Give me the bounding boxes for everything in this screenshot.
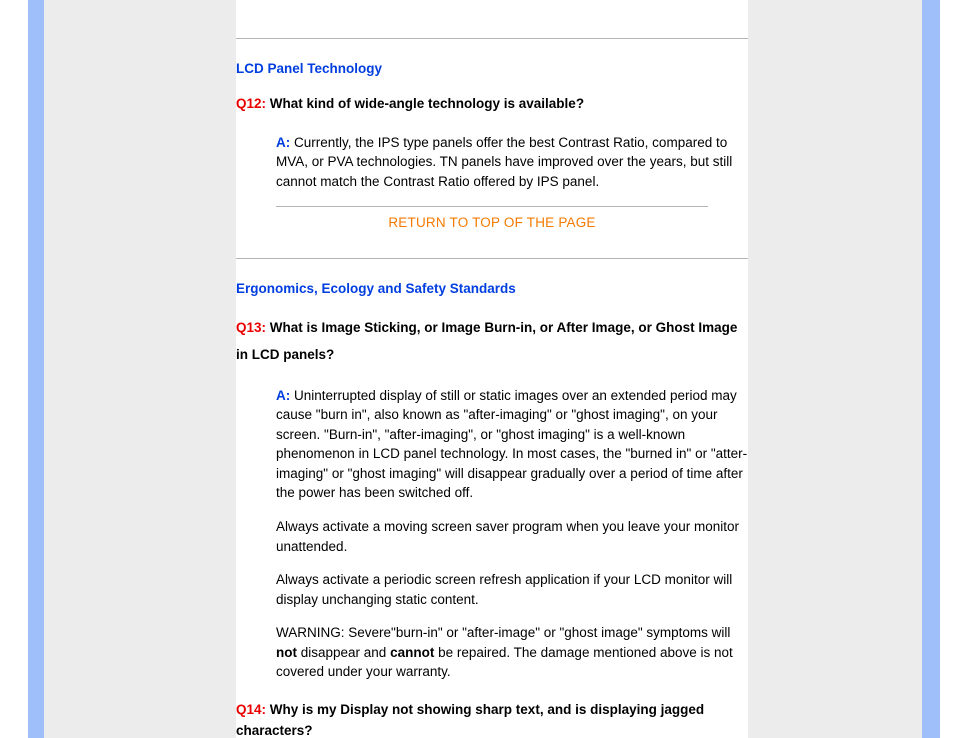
answer-para: Always activate a periodic screen refres…	[276, 570, 748, 609]
q-text: Why is my Display not showing sharp text…	[236, 702, 704, 738]
section-heading-lcd: LCD Panel Technology	[236, 61, 748, 76]
return-link-1: RETURN TO TOP OF THE PAGE	[236, 215, 748, 230]
answer-para: Always activate a moving screen saver pr…	[276, 517, 748, 556]
answer-13: A: Uninterrupted display of still or sta…	[276, 386, 748, 682]
q-text: What is Image Sticking, or Image Burn-in…	[236, 320, 737, 362]
question-14: Q14: Why is my Display not showing sharp…	[236, 700, 748, 738]
q-label: Q12:	[236, 96, 266, 111]
warn-cannot: cannot	[390, 645, 434, 660]
q-label: Q13:	[236, 320, 266, 335]
return-to-top-link[interactable]: RETURN TO TOP OF THE PAGE	[388, 215, 595, 230]
warn-mid: disappear and	[297, 645, 390, 660]
answer-12: A: Currently, the IPS type panels offer …	[276, 133, 748, 192]
divider	[236, 38, 748, 39]
section-heading-ergonomics: Ergonomics, Ecology and Safety Standards	[236, 281, 748, 296]
a-label: A:	[276, 388, 290, 403]
q-label: Q14:	[236, 702, 266, 717]
q-text: What kind of wide-angle technology is av…	[266, 96, 584, 111]
answer-para: A: Uninterrupted display of still or sta…	[276, 386, 748, 503]
decor-bar-left	[28, 0, 44, 738]
question-12: Q12: What kind of wide-angle technology …	[236, 94, 748, 115]
warn-pre: WARNING: Severe"burn-in" or "after-image…	[276, 625, 730, 640]
warn-not: not	[276, 645, 297, 660]
answer-text: Currently, the IPS type panels offer the…	[276, 135, 732, 189]
page-outer: LCD Panel Technology Q12: What kind of w…	[0, 0, 954, 738]
content-column: LCD Panel Technology Q12: What kind of w…	[236, 0, 748, 738]
answer-para: A: Currently, the IPS type panels offer …	[276, 133, 748, 192]
answer-warning: WARNING: Severe"burn-in" or "after-image…	[276, 623, 748, 682]
a-label: A:	[276, 135, 290, 150]
question-13: Q13: What is Image Sticking, or Image Bu…	[236, 314, 748, 368]
decor-bar-right	[922, 0, 940, 738]
page-gray-wrap: LCD Panel Technology Q12: What kind of w…	[44, 0, 922, 738]
divider	[236, 258, 748, 259]
answer-text: Uninterrupted display of still or static…	[276, 388, 747, 501]
inner-divider	[276, 206, 708, 207]
